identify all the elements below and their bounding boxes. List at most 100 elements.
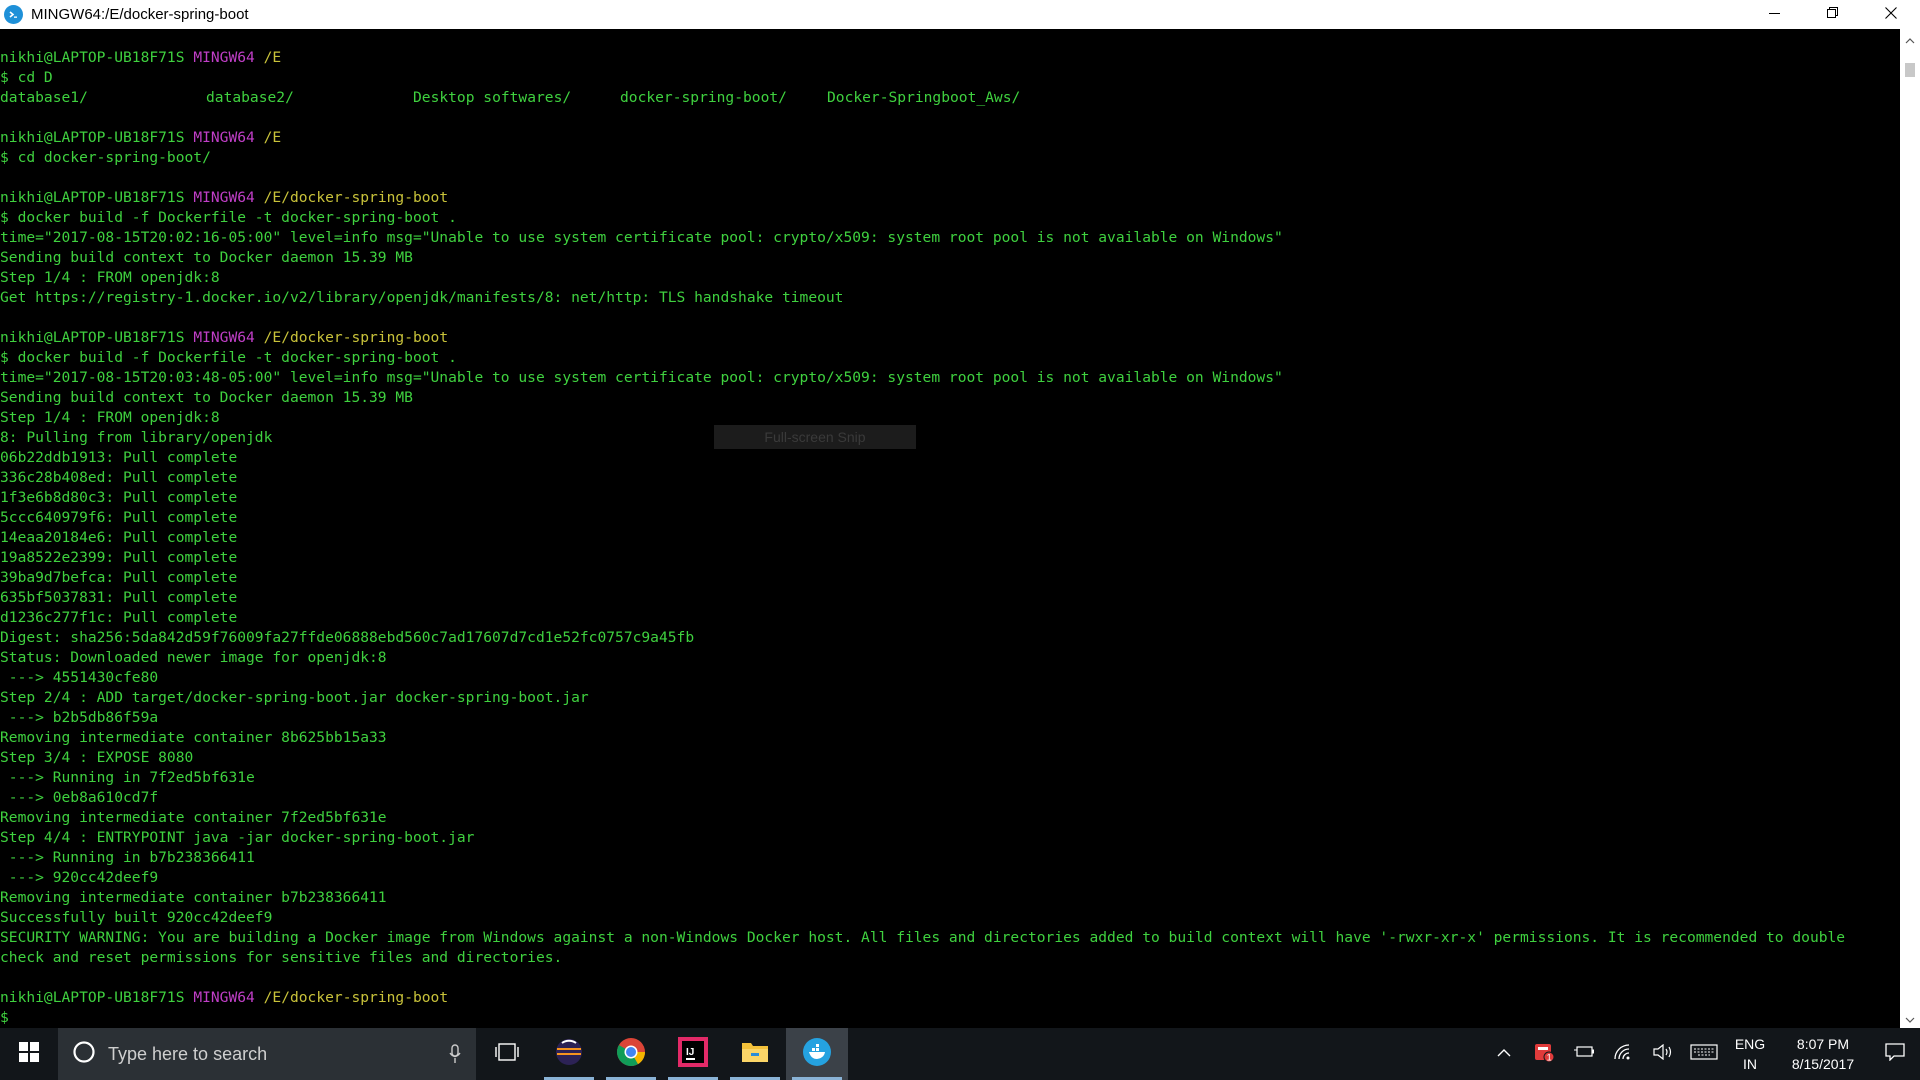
- window-title: MINGW64:/E/docker-spring-boot: [31, 6, 249, 23]
- taskbar-file-explorer[interactable]: [724, 1028, 786, 1080]
- intellij-icon: IJ: [678, 1036, 708, 1072]
- taskbar-search-box[interactable]: Type here to search: [58, 1028, 476, 1080]
- task-view-button[interactable]: [476, 1028, 538, 1080]
- scroll-thumb[interactable]: [1905, 63, 1915, 77]
- output-line: 39ba9d7befca: Pull complete: [0, 569, 238, 586]
- clock-button[interactable]: 8:07 PM 8/15/2017: [1776, 1034, 1870, 1074]
- taskbar-docker-terminal[interactable]: [786, 1028, 848, 1080]
- output-line: Status: Downloaded newer image for openj…: [0, 649, 387, 666]
- windows-logo-icon: [19, 1041, 39, 1067]
- docker-icon: [802, 1037, 832, 1072]
- start-button[interactable]: [0, 1028, 58, 1080]
- chrome-icon: [616, 1037, 646, 1072]
- output-line: ---> 0eb8a610cd7f: [0, 789, 159, 806]
- prompt-path: /E/docker-spring-boot: [263, 329, 449, 346]
- directory-entry: Desktop softwares/: [413, 89, 572, 106]
- prompt-user: nikhi@LAPTOP-UB18F71S: [0, 129, 185, 146]
- language-code: ENG: [1734, 1036, 1766, 1052]
- shield-badge-icon: 1: [1533, 1041, 1555, 1068]
- directory-listing: database1/database2/Desktop softwares/do…: [0, 88, 1845, 108]
- output-line: Step 4/4 : ENTRYPOINT java -jar docker-s…: [0, 829, 475, 846]
- show-hidden-icons-button[interactable]: [1484, 1028, 1524, 1080]
- prompt-path: /E: [263, 129, 282, 146]
- prompt-path: /E: [263, 49, 282, 66]
- wifi-icon: [1614, 1043, 1634, 1065]
- prompt-line: nikhi@LAPTOP-UB18F71S MINGW64 /E: [0, 128, 1845, 148]
- directory-entry: docker-spring-boot/: [620, 89, 787, 106]
- output-line: $ docker build -f Dockerfile -t docker-s…: [0, 349, 457, 366]
- prompt-line: nikhi@LAPTOP-UB18F71S MINGW64 /E/docker-…: [0, 188, 1845, 208]
- microphone-icon[interactable]: [434, 1044, 476, 1064]
- output-line: 1f3e6b8d80c3: Pull complete: [0, 489, 238, 506]
- tray-volume[interactable]: [1644, 1028, 1684, 1080]
- close-icon: [1885, 6, 1897, 23]
- prompt-host: MINGW64: [193, 329, 255, 346]
- output-line: 06b22ddb1913: Pull complete: [0, 449, 238, 466]
- output-line: 635bf5037831: Pull complete: [0, 589, 238, 606]
- taskbar-chrome[interactable]: [600, 1028, 662, 1080]
- output-line: $: [0, 1009, 9, 1026]
- clock-date: 8/15/2017: [1791, 1056, 1855, 1072]
- clock-time: 8:07 PM: [1796, 1036, 1850, 1052]
- output-line: Removing intermediate container 8b625bb1…: [0, 729, 387, 746]
- output-line: 5ccc640979f6: Pull complete: [0, 509, 238, 526]
- output-line: check and reset permissions for sensitiv…: [0, 949, 563, 966]
- prompt-host: MINGW64: [193, 189, 255, 206]
- svg-text:IJ: IJ: [686, 1047, 694, 1058]
- eclipse-icon: [554, 1037, 584, 1072]
- output-line: Step 3/4 : EXPOSE 8080: [0, 749, 194, 766]
- prompt-host: MINGW64: [193, 129, 255, 146]
- output-line: $ docker build -f Dockerfile -t docker-s…: [0, 209, 457, 226]
- minimize-button[interactable]: [1746, 0, 1804, 29]
- snip-overlay-label: Full-screen Snip: [714, 425, 916, 449]
- output-line: time="2017-08-15T20:02:16-05:00" level=i…: [0, 229, 1283, 246]
- tray-battery[interactable]: [1564, 1028, 1604, 1080]
- prompt-line: nikhi@LAPTOP-UB18F71S MINGW64 /E/docker-…: [0, 328, 1845, 348]
- svg-text:1: 1: [1547, 1052, 1552, 1062]
- restore-button[interactable]: [1804, 0, 1862, 29]
- terminal-area[interactable]: nikhi@LAPTOP-UB18F71S MINGW64 /E $ cd Dda…: [0, 29, 1900, 1028]
- tray-security-app[interactable]: 1: [1524, 1028, 1564, 1080]
- output-line: ---> 920cc42deef9: [0, 869, 159, 886]
- output-line: 14eaa20184e6: Pull complete: [0, 529, 238, 546]
- output-line: Step 2/4 : ADD target/docker-spring-boot…: [0, 689, 589, 706]
- output-line: Sending build context to Docker daemon 1…: [0, 389, 413, 406]
- prompt-user: nikhi@LAPTOP-UB18F71S: [0, 989, 185, 1006]
- scroll-down-button[interactable]: [1900, 1008, 1920, 1028]
- close-button[interactable]: [1862, 0, 1920, 29]
- arrow-up-icon: [1905, 30, 1915, 49]
- prompt-user: nikhi@LAPTOP-UB18F71S: [0, 49, 185, 66]
- output-line: ---> 4551430cfe80: [0, 669, 159, 686]
- tray-wifi[interactable]: [1604, 1028, 1644, 1080]
- search-placeholder: Type here to search: [108, 1043, 268, 1064]
- prompt-host: MINGW64: [193, 49, 255, 66]
- taskbar-eclipse[interactable]: [538, 1028, 600, 1080]
- tray-touch-keyboard[interactable]: [1684, 1028, 1724, 1080]
- directory-entry: database1/: [0, 89, 88, 106]
- blank-line: [0, 108, 1845, 128]
- cortana-circle-icon: [72, 1040, 96, 1069]
- prompt-path: /E/docker-spring-boot: [263, 189, 449, 206]
- chevron-up-icon: [1497, 1045, 1511, 1063]
- output-line: 8: Pulling from library/openjdk: [0, 429, 273, 446]
- taskbar: Type here to search IJ 1 ENG IN 8:07 PM …: [0, 1028, 1920, 1080]
- vertical-scrollbar[interactable]: [1900, 29, 1920, 1028]
- action-center-button[interactable]: [1870, 1028, 1920, 1080]
- output-line: Sending build context to Docker daemon 1…: [0, 249, 413, 266]
- blank-line: [0, 968, 1845, 988]
- restore-icon: [1827, 6, 1839, 23]
- input-language-button[interactable]: ENG IN: [1724, 1034, 1776, 1074]
- speaker-icon: [1653, 1043, 1675, 1065]
- minimize-icon: [1769, 6, 1781, 23]
- output-line: Get https://registry-1.docker.io/v2/libr…: [0, 289, 844, 306]
- output-line: 336c28b408ed: Pull complete: [0, 469, 238, 486]
- output-line: Removing intermediate container 7f2ed5bf…: [0, 809, 387, 826]
- task-view-icon: [495, 1042, 519, 1067]
- scroll-up-button[interactable]: [1900, 29, 1920, 49]
- blank-line: [0, 168, 1845, 188]
- taskbar-intellij[interactable]: IJ: [662, 1028, 724, 1080]
- output-line: Digest: sha256:5da842d59f76009fa27ffde06…: [0, 629, 695, 646]
- git-bash-icon: [4, 5, 23, 24]
- title-bar: MINGW64:/E/docker-spring-boot: [0, 0, 1920, 29]
- output-line: SECURITY WARNING: You are building a Doc…: [0, 929, 1846, 946]
